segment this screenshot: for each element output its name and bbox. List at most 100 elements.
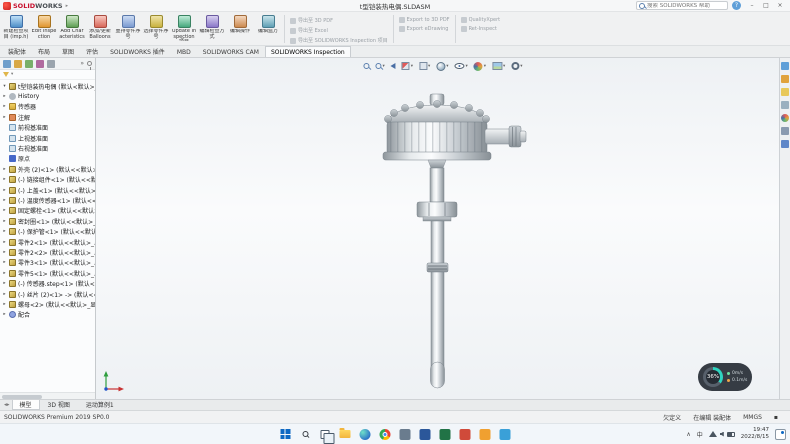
command-tab[interactable]: SOLIDWORKS CAM [197, 46, 265, 57]
propertymanager-tab-icon[interactable] [14, 60, 22, 68]
notification-center-icon[interactable] [775, 429, 786, 440]
taskbar-app-icon[interactable] [459, 428, 472, 441]
export-menu-item[interactable]: 导出至 SOLIDWORKS Inspection 项目 [290, 37, 388, 44]
feature-tree-item[interactable]: ▾ t型铠装热电偶 (默认<默认>_显示状态-1 [0, 81, 95, 91]
feature-tree-item[interactable]: ▸ 密封圈<1> (默认<<默认>_显示状态 [0, 216, 95, 226]
file-explorer-icon[interactable] [339, 428, 352, 441]
feature-tree-filter[interactable]: ▾ [0, 70, 95, 80]
feature-tree-item[interactable]: ▸ (-) 上盖<1> (默认<<默认>_显示状态- [0, 185, 95, 195]
feature-tree-item[interactable]: ▸ (-) 温度传感器<1> (默认<<默认>_显 [0, 195, 95, 205]
configurationmanager-tab-icon[interactable] [25, 60, 33, 68]
section-view-icon[interactable]: ▾ [402, 60, 413, 72]
taskbar-clock[interactable]: 19:47 2022/8/15 [741, 427, 769, 441]
expand-arrow-icon[interactable]: ▸ [2, 104, 7, 109]
ime-language-indicator[interactable]: 中 [697, 430, 703, 439]
ribbon-button[interactable]: 重排零件序号 [114, 13, 142, 45]
custom-properties-icon[interactable] [781, 127, 789, 135]
expand-arrow-icon[interactable]: ▸ [2, 281, 7, 286]
feature-tree-item[interactable]: ▸ 零件2<1> (默认<<默认>_显示状态 [0, 237, 95, 247]
menu-expand-arrow-icon[interactable]: ▸ [66, 3, 69, 9]
status-units[interactable]: MMGS [743, 414, 762, 421]
feature-tree-item[interactable]: ▸ 零件2<2> (默认<<默认>_显示状态 [0, 247, 95, 257]
maximize-button[interactable]: □ [759, 0, 773, 11]
start-button[interactable] [279, 428, 292, 441]
solidworks-forum-icon[interactable] [781, 140, 789, 148]
feature-tree-item[interactable]: ▸ (-) 链接组件<1> (默认<<默认>_显示状 [0, 175, 95, 185]
taskbar-search-icon[interactable] [299, 428, 312, 441]
view-orientation-icon[interactable]: ▾ [419, 60, 430, 72]
tab-scroll-arrows[interactable]: ◂▸ [2, 400, 12, 410]
expand-arrow-icon[interactable]: ▸ [2, 198, 7, 203]
dimxpertmanager-tab-icon[interactable] [36, 60, 44, 68]
expand-arrow-icon[interactable]: ▸ [2, 115, 7, 120]
command-tab[interactable]: 装配体 [2, 44, 32, 57]
ribbon-button[interactable]: 编辑检查方式 [198, 13, 226, 45]
export-menu-item[interactable]: 导出至 Excel [290, 27, 388, 34]
document-tab[interactable]: 3D 视图 [40, 400, 78, 410]
displaymanager-tab-icon[interactable] [47, 60, 55, 68]
expand-arrow-icon[interactable]: ▸ [2, 260, 7, 265]
apply-scene-icon[interactable]: ▾ [492, 60, 505, 72]
expand-arrow-icon[interactable]: ▸ [2, 219, 7, 224]
command-tab[interactable]: 布局 [32, 44, 56, 57]
help-icon[interactable]: ? [732, 1, 741, 10]
task-pane-home-icon[interactable] [781, 62, 789, 70]
taskbar-app-icon[interactable] [419, 428, 432, 441]
tray-chevron-icon[interactable]: ∧ [686, 431, 690, 438]
expand-arrow-icon[interactable]: ▸ [2, 167, 7, 172]
help-search-box[interactable] [636, 1, 728, 10]
file-explorer-pane-icon[interactable] [781, 88, 789, 96]
ribbon-button[interactable]: 编辑监方 [254, 13, 282, 45]
zoom-area-icon[interactable]: ▾ [375, 60, 384, 72]
view-settings-icon[interactable]: ▾ [511, 60, 522, 72]
ribbon-button[interactable]: Update Inspection 项目 [170, 13, 198, 45]
ribbon-button[interactable]: 添加/更新 Balloons [86, 13, 114, 45]
export-menu-item[interactable]: 导出至 3D PDF [290, 17, 388, 24]
export-menu-item[interactable]: Export to 3D PDF [399, 17, 450, 23]
export-menu-item[interactable]: QualityXpert [461, 17, 501, 23]
feature-tree-item[interactable]: ▸ 注解 [0, 112, 95, 122]
command-tab[interactable]: SOLIDWORKS 插件 [104, 44, 171, 57]
feature-tree-item[interactable]: ▸ (-) 保护管<1> (默认<<默认>_显示状态 [0, 226, 95, 236]
feature-tree-item[interactable]: 右视基准面 [0, 143, 95, 153]
design-library-icon[interactable] [781, 75, 789, 83]
expand-arrow-icon[interactable]: ▸ [2, 94, 7, 99]
tab-overflow-icon[interactable]: » [80, 60, 84, 67]
feature-tree-item[interactable]: ▸ 外壳 (2)<1> (默认<<默认>_显示状 [0, 164, 95, 174]
ribbon-button[interactable]: 编辑操作 [226, 13, 254, 45]
pin-icon[interactable] [87, 61, 92, 66]
feature-tree-item[interactable]: ▸ 配合 [0, 310, 95, 320]
task-view-icon[interactable] [319, 428, 332, 441]
expand-arrow-icon[interactable]: ▸ [2, 312, 7, 317]
expand-arrow-icon[interactable]: ▸ [2, 188, 7, 193]
ribbon-button[interactable]: Add Characteristics [58, 13, 86, 45]
feature-tree-item[interactable]: ▸ (-) 丝片 (2)<1> -> (默认<<默认>_显 [0, 289, 95, 299]
taskbar-app-icon[interactable] [399, 428, 412, 441]
close-button[interactable]: × [773, 0, 787, 11]
export-menu-item[interactable]: Export eDrawing [399, 26, 450, 32]
document-tab[interactable]: 模型 [12, 400, 40, 410]
expand-arrow-icon[interactable]: ▸ [2, 271, 7, 276]
tree-horizontal-scrollbar[interactable] [0, 392, 95, 399]
graphics-viewport[interactable]: ▾ ▾ ▾ ▾ ▾ ▾ ▾ ▾ [96, 58, 790, 399]
command-tab[interactable]: 草图 [56, 44, 80, 57]
taskbar-app-icon[interactable] [479, 428, 492, 441]
minimize-button[interactable]: – [745, 0, 759, 11]
feature-tree-item[interactable]: ▸ 螺母<2> (默认<<默认>_显示状态 [0, 299, 95, 309]
command-tab[interactable]: SOLIDWORKS Inspection [265, 46, 351, 57]
expand-arrow-icon[interactable]: ▸ [2, 229, 7, 234]
hide-show-items-icon[interactable]: ▾ [455, 60, 468, 72]
feature-tree-item[interactable]: ▸ History [0, 91, 95, 101]
expand-arrow-icon[interactable]: ▸ [2, 302, 7, 307]
ribbon-button[interactable]: 选择零件序号 [142, 13, 170, 45]
expand-arrow-icon[interactable]: ▸ [2, 250, 7, 255]
ribbon-button[interactable]: Edit Inspection [30, 13, 58, 45]
feature-tree-item[interactable]: ▸ 零件5<1> (默认<<默认>_显示状态 [0, 268, 95, 278]
previous-view-icon[interactable] [391, 60, 396, 72]
display-style-icon[interactable]: ▾ [436, 60, 448, 72]
ribbon-button[interactable]: 新建检查项目 (imp.h) [2, 13, 30, 45]
thermocouple-3d-model[interactable] [327, 92, 547, 399]
export-menu-item[interactable]: Ret-Inspect [461, 26, 501, 32]
zoom-fit-icon[interactable] [363, 60, 369, 72]
system-icons-cluster[interactable] [709, 431, 735, 437]
